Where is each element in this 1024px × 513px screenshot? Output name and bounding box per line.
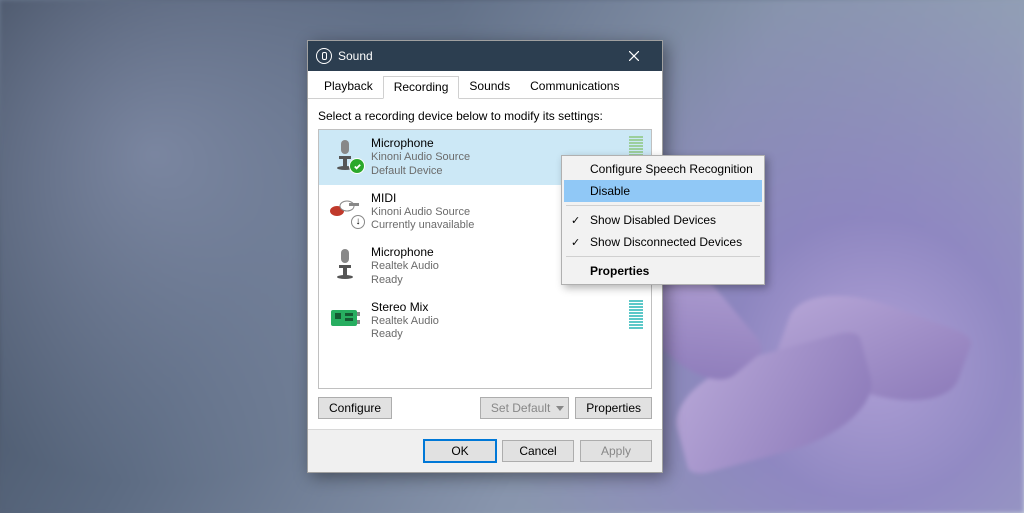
context-menu: Configure Speech Recognition Disable Sho…: [561, 155, 765, 285]
device-source: Realtek Audio: [371, 315, 625, 329]
properties-button[interactable]: Properties: [575, 397, 652, 419]
ctx-configure-speech[interactable]: Configure Speech Recognition: [564, 158, 762, 180]
sound-icon: [316, 48, 332, 64]
configure-button[interactable]: Configure: [318, 397, 392, 419]
apply-button[interactable]: Apply: [580, 440, 652, 462]
ctx-separator: [566, 256, 760, 257]
tab-sounds[interactable]: Sounds: [459, 76, 520, 99]
level-meter: [629, 300, 643, 329]
ctx-show-disconnected[interactable]: Show Disconnected Devices: [564, 231, 762, 253]
cancel-button[interactable]: Cancel: [502, 440, 574, 462]
ctx-disable[interactable]: Disable: [564, 180, 762, 202]
ctx-properties[interactable]: Properties: [564, 260, 762, 282]
ctx-separator: [566, 205, 760, 206]
unavailable-icon: [351, 215, 365, 229]
midi-icon: [327, 191, 363, 227]
tab-communications[interactable]: Communications: [520, 76, 629, 99]
set-default-button[interactable]: Set Default: [480, 397, 569, 419]
device-status: Ready: [371, 328, 625, 342]
tabstrip: Playback Recording Sounds Communications: [308, 71, 662, 99]
device-name: Microphone: [371, 136, 625, 151]
device-row[interactable]: Stereo Mix Realtek Audio Ready: [319, 294, 651, 349]
soundcard-icon: [327, 300, 363, 336]
instruction-text: Select a recording device below to modif…: [318, 109, 652, 123]
microphone-icon: [327, 245, 363, 281]
titlebar[interactable]: Sound: [308, 41, 662, 71]
default-check-icon: [349, 158, 365, 174]
ctx-show-disabled[interactable]: Show Disabled Devices: [564, 209, 762, 231]
window-title: Sound: [338, 49, 373, 63]
microphone-icon: [327, 136, 363, 172]
close-button[interactable]: [614, 41, 654, 71]
tab-playback[interactable]: Playback: [314, 76, 383, 99]
device-name: Stereo Mix: [371, 300, 625, 315]
tab-recording[interactable]: Recording: [383, 76, 460, 99]
ok-button[interactable]: OK: [424, 440, 496, 462]
